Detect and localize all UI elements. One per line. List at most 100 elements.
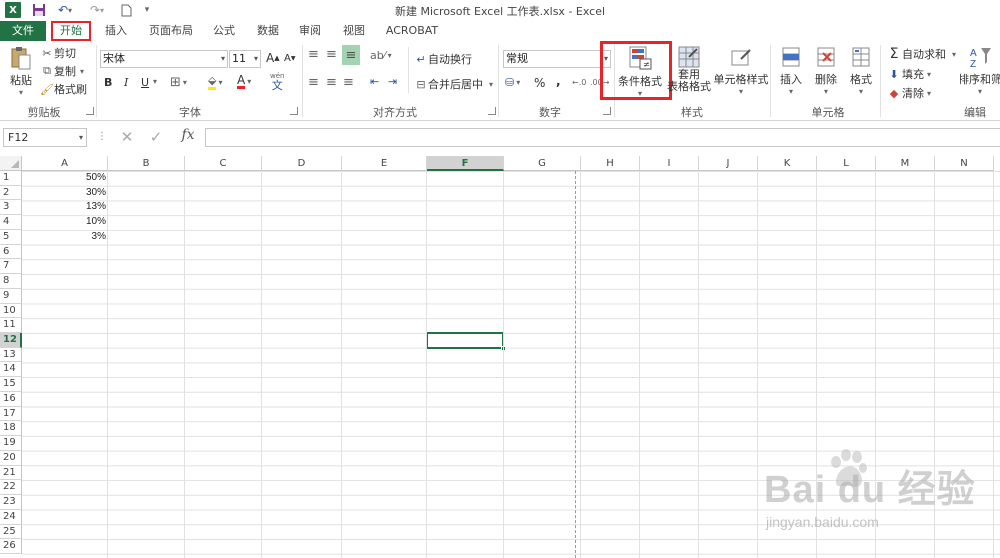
row-header-2[interactable]: 2 <box>0 185 22 201</box>
column-header-e[interactable]: E <box>342 156 427 171</box>
insert-function-button[interactable]: fx <box>176 127 200 147</box>
enter-icon[interactable]: ✓ <box>146 128 166 147</box>
column-header-n[interactable]: N <box>935 156 994 171</box>
increase-indent-button[interactable]: ⇥ <box>388 75 397 88</box>
row-header-16[interactable]: 16 <box>0 391 22 407</box>
row-header-19[interactable]: 19 <box>0 436 22 451</box>
alignment-launcher-icon[interactable] <box>488 107 496 115</box>
grow-font-button[interactable]: A ▲ <box>266 51 280 65</box>
tab-acrobat[interactable]: ACROBAT <box>384 21 440 41</box>
row-header-4[interactable]: 4 <box>0 215 22 230</box>
decrease-indent-button[interactable]: ⇤ <box>370 75 379 88</box>
tab-formulas[interactable]: 公式 <box>208 21 240 41</box>
wrap-text-button[interactable]: ↵ 自动换行 <box>414 51 472 67</box>
currency-button[interactable]: ⛁ ▾ <box>505 76 520 89</box>
delete-cells-button[interactable]: 删除 ▾ <box>811 45 841 96</box>
column-header-h[interactable]: H <box>581 156 640 171</box>
column-header-b[interactable]: B <box>108 156 185 171</box>
orientation-button[interactable]: ab⁄ ▾ <box>370 49 392 62</box>
align-middle-button[interactable]: ≡ <box>326 47 337 62</box>
comma-button[interactable]: , <box>556 74 561 88</box>
tab-insert[interactable]: 插入 <box>100 21 132 41</box>
percent-button[interactable]: % <box>534 76 545 90</box>
redo-icon[interactable]: ↷ ▾ <box>86 2 108 18</box>
row-header-6[interactable]: 6 <box>0 244 22 260</box>
merge-center-button[interactable]: ⊟ 合并后居中 ▾ <box>414 76 493 92</box>
row-header-15[interactable]: 15 <box>0 377 22 392</box>
paste-button[interactable]: 粘贴 ▾ <box>6 45 36 97</box>
number-launcher-icon[interactable] <box>603 107 611 115</box>
tab-review[interactable]: 审阅 <box>294 21 326 41</box>
format-cells-button[interactable]: 格式 ▾ <box>846 45 876 96</box>
column-header-m[interactable]: M <box>876 156 935 171</box>
format-painter-button[interactable]: 🖌 格式刷 <box>40 81 87 97</box>
row-header-23[interactable]: 23 <box>0 495 22 510</box>
column-header-a[interactable]: A <box>22 156 108 171</box>
tab-home[interactable]: 开始 <box>51 21 91 41</box>
column-header-c[interactable]: C <box>185 156 262 171</box>
borders-button[interactable]: ⊞ ▾ <box>170 75 187 90</box>
shrink-font-button[interactable]: A ▼ <box>284 53 295 64</box>
column-header-k[interactable]: K <box>758 156 817 171</box>
cell-styles-button[interactable]: 单元格样式 ▾ <box>714 45 769 96</box>
insert-cells-button[interactable]: 插入 ▾ <box>776 45 806 96</box>
cell-a2[interactable]: 30% <box>22 186 108 200</box>
align-center-button[interactable]: ≡ <box>326 75 337 90</box>
active-cell[interactable] <box>426 332 504 349</box>
column-header-j[interactable]: J <box>699 156 758 171</box>
column-header-l[interactable]: L <box>817 156 876 171</box>
fill-button[interactable]: ⬇ 填充 ▾ <box>886 66 931 82</box>
row-header-18[interactable]: 18 <box>0 421 22 437</box>
save-icon[interactable] <box>31 2 47 18</box>
cell-a5[interactable]: 3% <box>22 230 108 244</box>
font-name-combo[interactable]: 宋体 ▾ <box>100 50 228 68</box>
align-right-button[interactable]: ≡ <box>343 75 354 90</box>
customize-qat-icon[interactable]: ▾ <box>142 2 152 18</box>
phonetic-button[interactable]: wén 文 <box>270 71 284 91</box>
font-launcher-icon[interactable] <box>290 107 298 115</box>
tab-page-layout[interactable]: 页面布局 <box>145 21 197 41</box>
cell-a1[interactable]: 50% <box>22 171 108 185</box>
row-header-12[interactable]: 12 <box>0 333 22 348</box>
row-header-25[interactable]: 25 <box>0 524 22 540</box>
row-header-3[interactable]: 3 <box>0 200 22 216</box>
sort-filter-button[interactable]: AZ 排序和筛 ▾ <box>960 45 1000 96</box>
autosum-button[interactable]: Σ 自动求和 ▾ <box>886 46 956 62</box>
row-header-5[interactable]: 5 <box>0 229 22 245</box>
row-header-24[interactable]: 24 <box>0 509 22 525</box>
column-header-d[interactable]: D <box>262 156 342 171</box>
font-color-button[interactable]: A ▾ <box>237 74 251 89</box>
row-header-9[interactable]: 9 <box>0 288 22 304</box>
row-header-10[interactable]: 10 <box>0 303 22 319</box>
row-header-26[interactable]: 26 <box>0 539 22 554</box>
underline-button[interactable]: U <box>141 76 149 89</box>
align-top-button[interactable]: ≡ <box>308 47 319 62</box>
cut-button[interactable]: ✂ 剪切 <box>40 45 76 61</box>
align-left-button[interactable]: ≡ <box>308 75 319 90</box>
tab-data[interactable]: 数据 <box>252 21 284 41</box>
row-header-13[interactable]: 13 <box>0 347 22 363</box>
undo-icon[interactable]: ↶ ▾ <box>54 2 76 18</box>
cell-a3[interactable]: 13% <box>22 200 108 214</box>
column-header-f[interactable]: F <box>427 156 504 171</box>
row-header-8[interactable]: 8 <box>0 274 22 289</box>
row-header-1[interactable]: 1 <box>0 171 22 186</box>
row-header-17[interactable]: 17 <box>0 406 22 422</box>
new-file-icon[interactable] <box>119 2 133 18</box>
number-format-combo[interactable]: 常规 ▾ <box>503 50 611 68</box>
row-header-20[interactable]: 20 <box>0 450 22 466</box>
align-bottom-button[interactable]: ≡ <box>342 45 360 65</box>
clipboard-launcher-icon[interactable] <box>86 107 94 115</box>
column-header-g[interactable]: G <box>504 156 581 171</box>
formula-input[interactable] <box>205 128 1000 147</box>
select-all-button[interactable] <box>0 156 22 171</box>
clear-button[interactable]: ◆ 清除 ▾ <box>886 85 931 101</box>
cell-a4[interactable]: 10% <box>22 215 108 229</box>
name-box[interactable]: F12 ▾ <box>3 128 87 147</box>
splitter-handle[interactable]: ⋮ <box>97 131 107 142</box>
format-as-table-button[interactable]: 套用 表格格式 <box>667 45 711 93</box>
column-header-i[interactable]: I <box>640 156 699 171</box>
chevron-down-icon[interactable]: ▾ <box>153 77 157 86</box>
tab-view[interactable]: 视图 <box>338 21 370 41</box>
row-header-22[interactable]: 22 <box>0 480 22 496</box>
